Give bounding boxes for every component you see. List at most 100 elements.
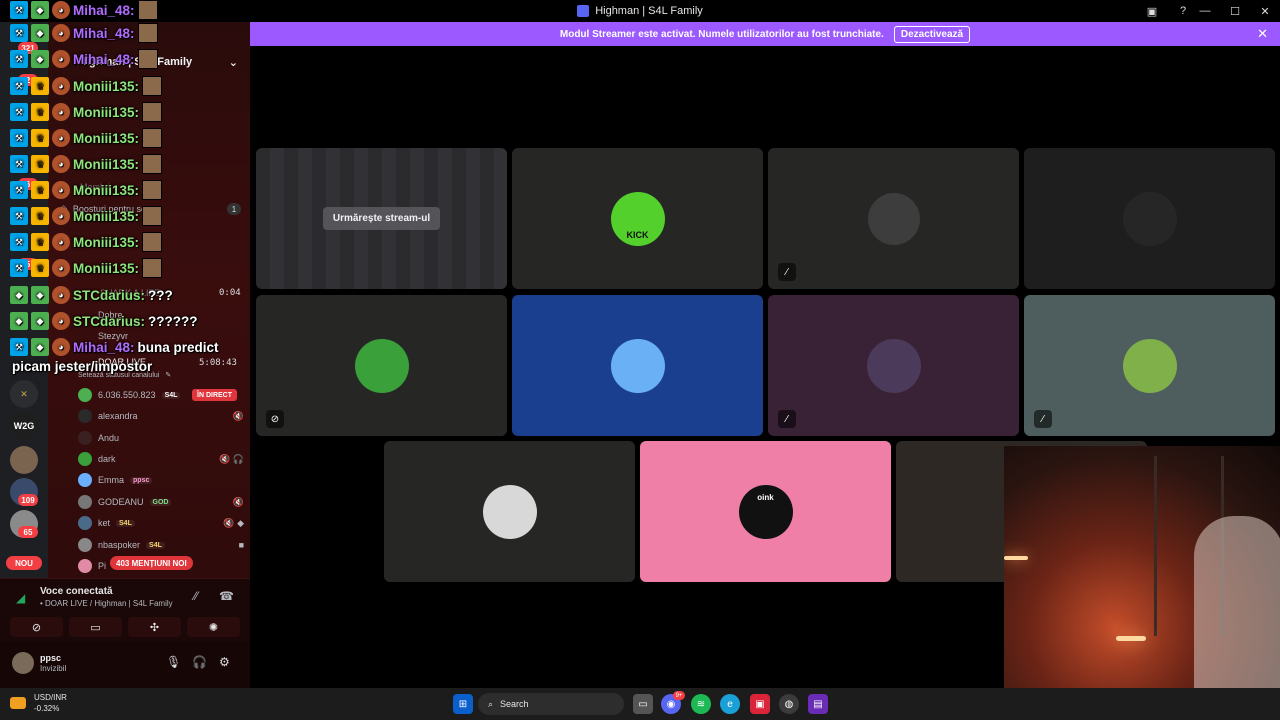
voice-user[interactable]: GODEANU GOD 🔇 bbox=[78, 493, 244, 511]
discord-notification-badge: 9+ bbox=[673, 691, 685, 700]
disconnect-icon[interactable]: ☎ bbox=[219, 589, 234, 603]
voice-status[interactable]: Voce conectată bbox=[40, 586, 113, 597]
user-name: ppsc bbox=[40, 653, 62, 663]
ticker-widget[interactable]: USD/INR -0.32% bbox=[10, 692, 67, 714]
spotify-icon[interactable]: ≋ bbox=[691, 694, 711, 714]
fox-badge-icon: ◕ bbox=[52, 286, 70, 304]
avatar bbox=[78, 538, 92, 552]
voice-user-name: ket bbox=[98, 518, 111, 528]
chat-username: Moniii135: bbox=[73, 208, 140, 224]
close-banner-icon[interactable]: ✕ bbox=[1257, 26, 1268, 42]
voice-user-name: Andu bbox=[98, 433, 120, 443]
obs-icon[interactable]: ◍ bbox=[779, 694, 799, 714]
emote-thumbnail bbox=[137, 49, 158, 69]
chat-username: Moniii135: bbox=[73, 130, 140, 146]
close-window-button[interactable]: ✕ bbox=[1250, 0, 1280, 22]
screen-share-icon[interactable]: ▭ bbox=[69, 617, 122, 637]
moderator-badge-icon: ⚒ bbox=[10, 207, 28, 225]
camera-off-icon[interactable]: ⊘ bbox=[10, 617, 63, 637]
emote-thumbnail bbox=[137, 0, 158, 20]
taskbar-search[interactable]: ⌕ Search bbox=[478, 693, 624, 715]
soundboard-icon[interactable]: ✺ bbox=[187, 617, 240, 637]
ticker-text: USD/INR -0.32% bbox=[34, 692, 67, 714]
chevron-down-icon: ⌄ bbox=[228, 56, 238, 69]
moderator-badge-icon: ⚒ bbox=[10, 338, 28, 356]
voice-user[interactable]: Emma ppsc bbox=[78, 471, 244, 489]
task-view-icon[interactable]: ▭ bbox=[633, 694, 653, 714]
lamp-light bbox=[1116, 636, 1146, 641]
watch-stream-button[interactable]: Urmărește stream-ul bbox=[322, 207, 441, 230]
new-servers-pill[interactable]: NOU bbox=[6, 556, 42, 570]
gaming-chair bbox=[1194, 516, 1280, 688]
voice-user[interactable]: ket S4L 🔇 ◆ bbox=[78, 514, 244, 532]
app-icon-purple[interactable]: ▤ bbox=[808, 694, 828, 714]
voice-channel-path[interactable]: • DOAR LIVE / Highman | S4L Family bbox=[40, 599, 173, 608]
server-tag: ppsc bbox=[130, 476, 153, 484]
crown-badge-icon: ♛ bbox=[31, 129, 49, 147]
voice-user[interactable]: dark 🔇 🎧 bbox=[78, 450, 244, 468]
participant-tile[interactable] bbox=[512, 295, 763, 436]
disable-streamer-mode-button[interactable]: Dezactivează bbox=[893, 25, 971, 43]
signal-icon[interactable]: ◢ bbox=[16, 591, 25, 605]
avatar[interactable] bbox=[12, 652, 34, 674]
emote-thumbnail bbox=[137, 23, 158, 43]
window-title: Highman | S4L Family bbox=[577, 5, 703, 17]
chat-username: STCdarius: bbox=[73, 287, 146, 303]
voice-user[interactable]: alexandra 🔇 bbox=[78, 407, 244, 425]
app-icon-red[interactable]: ▣ bbox=[750, 694, 770, 714]
user-panel: ppsc Invizibil 🎙 🎧 ⚙ bbox=[0, 642, 250, 688]
chat-message: ⚒ ♛ ◕ Moniii135: bbox=[10, 154, 163, 174]
participant-tile[interactable]: ⁄ bbox=[1024, 295, 1275, 436]
emote-thumbnail bbox=[142, 154, 163, 174]
avatar bbox=[78, 473, 92, 487]
voice-user[interactable]: nbaspoker S4L ■ bbox=[78, 536, 244, 554]
chat-message: ⚒ ◆ ◕ Mihai_48: bbox=[10, 0, 158, 20]
chat-message: ⚒ ◆ ◕ Mihai_48: bbox=[10, 49, 158, 69]
avatar bbox=[78, 431, 92, 445]
user-status: Invizibil bbox=[40, 664, 67, 673]
moderator-badge-icon: ⚒ bbox=[10, 129, 28, 147]
windows-start-icon[interactable]: ⊞ bbox=[453, 694, 473, 714]
microphone-icon[interactable]: 🎙 bbox=[166, 655, 181, 669]
participant-tile[interactable]: oink bbox=[640, 441, 891, 582]
participant-tile[interactable] bbox=[384, 441, 635, 582]
chat-message-text: ??? bbox=[148, 287, 173, 303]
avatar bbox=[78, 516, 92, 530]
server-icon-cat[interactable] bbox=[10, 446, 38, 474]
help-icon[interactable]: ? bbox=[1175, 3, 1191, 19]
maximize-button[interactable]: ☐ bbox=[1220, 0, 1250, 22]
muted-icon: ⁄ bbox=[778, 263, 796, 281]
server-tag: S4L bbox=[116, 519, 135, 527]
activities-icon[interactable]: ✣ bbox=[128, 617, 181, 637]
participant-tile[interactable] bbox=[1024, 148, 1275, 289]
chat-username: Mihai_48: bbox=[73, 339, 135, 355]
emote-thumbnail bbox=[142, 76, 163, 96]
server-tag: GOD bbox=[149, 498, 172, 506]
search-placeholder: Search bbox=[500, 699, 529, 709]
participant-tile[interactable]: ⊘ bbox=[256, 295, 507, 436]
minimize-button[interactable]: — bbox=[1190, 0, 1220, 22]
new-mentions-pill[interactable]: 403 MENȚIUNI NOI bbox=[110, 556, 193, 570]
fox-badge-icon: ◕ bbox=[52, 259, 70, 277]
inbox-icon[interactable]: ▣ bbox=[1144, 3, 1160, 19]
settings-gear-icon[interactable]: ⚙ bbox=[219, 655, 230, 669]
edge-icon[interactable]: e bbox=[720, 694, 740, 714]
moderator-badge-icon: ⚒ bbox=[10, 50, 28, 68]
noise-suppression-icon[interactable]: ⁄⁄ bbox=[194, 589, 198, 603]
avatar bbox=[78, 495, 92, 509]
boost-count-badge: 1 bbox=[227, 203, 241, 215]
server-icon-x[interactable]: ✕ bbox=[10, 380, 38, 408]
participant-tile[interactable]: ⁄ bbox=[768, 148, 1019, 289]
voice-user[interactable]: Andu bbox=[78, 429, 244, 447]
stream-tile[interactable]: Urmărește stream-ul bbox=[256, 148, 507, 289]
server-icon-w2g[interactable]: W2G bbox=[10, 412, 38, 440]
fox-badge-icon: ◕ bbox=[52, 129, 70, 147]
chat-message: ⚒ ♛ ◕ Moniii135: bbox=[10, 258, 163, 278]
participant-tile[interactable]: ⁄ bbox=[768, 295, 1019, 436]
moderator-badge-icon: ⚒ bbox=[10, 24, 28, 42]
participant-avatar bbox=[1122, 191, 1177, 246]
headphones-icon[interactable]: 🎧 bbox=[192, 655, 207, 669]
participant-tile[interactable]: KICK bbox=[512, 148, 763, 289]
avatar-label: oink bbox=[757, 492, 774, 502]
crown-badge-icon: ♛ bbox=[31, 103, 49, 121]
